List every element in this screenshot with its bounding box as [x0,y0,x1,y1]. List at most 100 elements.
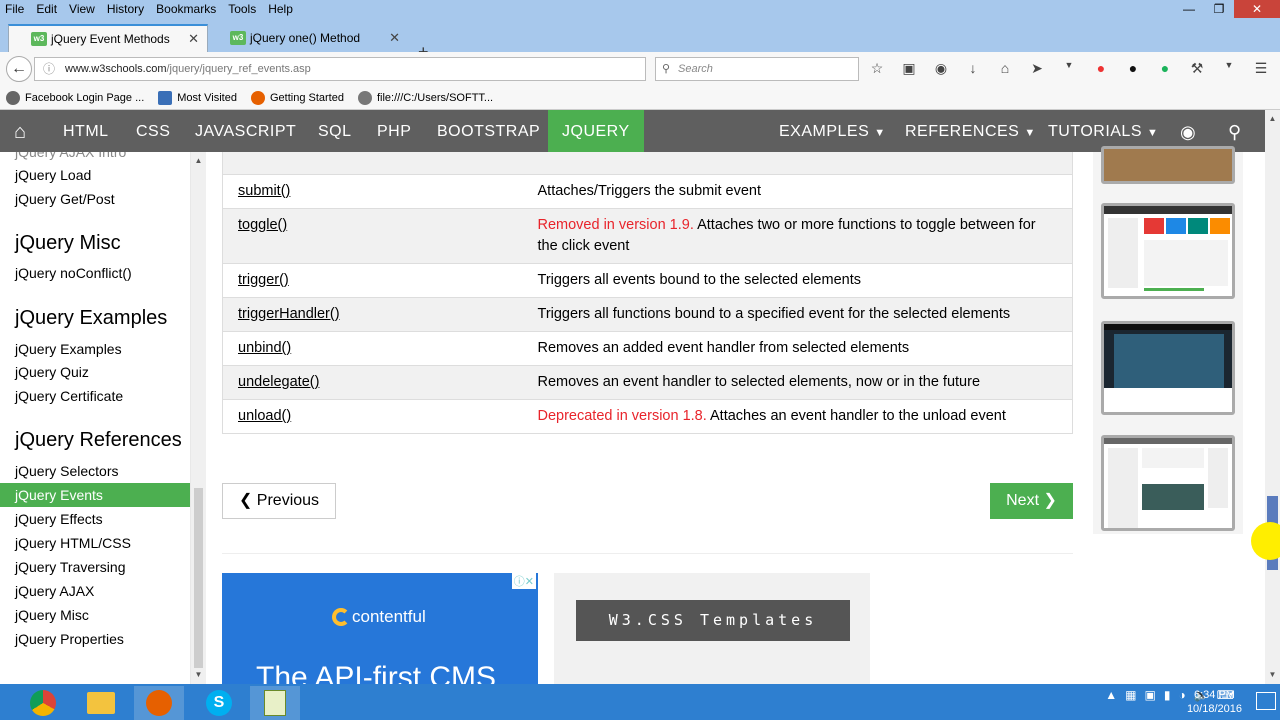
next-button[interactable]: Next ❯ [990,483,1073,519]
search-input[interactable]: ⚲ Search [655,57,859,81]
menu-file[interactable]: File [0,2,30,16]
nav-references-dropdown[interactable]: REFERENCES ▼ [905,110,1036,152]
sidebar-item-misc[interactable]: jQuery Misc [15,607,89,623]
download-icon[interactable]: ↓ [964,60,982,77]
method-link[interactable]: undelegate() [238,374,319,390]
template-thumbnail-1[interactable] [1101,146,1235,184]
sidebar-item-traversing[interactable]: jQuery Traversing [15,559,125,575]
extension-icon[interactable]: ➤ [1028,60,1046,77]
file-explorer-icon[interactable] [76,686,126,720]
nav-jquery[interactable]: JQUERY [548,110,644,152]
table-row: unload() Deprecated in version 1.8. Attac… [222,399,1073,434]
battery-icon[interactable]: ▮ [1164,688,1171,702]
sidebar-item-ajax[interactable]: jQuery AJAX [15,583,94,599]
nav-examples-dropdown[interactable]: EXAMPLES ▼ [779,110,886,152]
notepad-icon[interactable] [250,686,300,720]
previous-button[interactable]: ❮ Previous [222,483,336,519]
sidebar-item-selectors[interactable]: jQuery Selectors [15,463,118,479]
wifi-icon[interactable]: ◑ [1178,688,1185,702]
template-thumbnail-3[interactable] [1101,321,1235,415]
bookmark-star-icon[interactable]: ☆ [868,60,886,77]
close-tab-icon[interactable]: ✕ [188,31,199,47]
sidebar-item-html-css[interactable]: jQuery HTML/CSS [15,535,131,551]
sidebar-item-noconflict[interactable]: jQuery noConflict() [15,265,132,281]
scroll-up-icon[interactable]: ▲ [191,156,206,165]
menu-bookmarks[interactable]: Bookmarks [150,2,222,16]
skype-icon[interactable]: S [194,686,244,720]
tab-jquery-event-methods[interactable]: w3 jQuery Event Methods ✕ [8,24,208,52]
home-icon[interactable]: ⌂ [14,110,27,152]
color-extension-icon[interactable]: ● [1092,60,1110,77]
search-placeholder: Search [678,63,713,75]
nav-php[interactable]: PHP [377,110,411,152]
nav-sql[interactable]: SQL [318,110,352,152]
sidebar-item-effects[interactable]: jQuery Effects [15,511,103,527]
nav-javascript[interactable]: JAVASCRIPT [195,110,296,152]
sidebar-item-ajax-intro[interactable]: jQuery AJAX Intro [15,152,126,160]
sidebar-scrollbar[interactable]: ▲ ▼ [191,152,206,684]
sidebar-item-events[interactable]: jQuery Events [0,483,190,507]
dropdown-icon[interactable]: ▼ [1060,60,1078,77]
close-tab-icon[interactable]: ✕ [389,30,400,46]
sidebar-scroll-thumb[interactable] [194,488,203,668]
tray-app-icon[interactable]: ▣ [1145,688,1156,702]
menu-tools[interactable]: Tools [222,2,262,16]
advertisement-banner[interactable]: ⓘ✕ contentful The API-first CMS [222,573,538,684]
back-button[interactable]: ← [6,56,32,82]
tab-label: jQuery one() Method [250,31,361,45]
pocket-icon[interactable]: ◉ [932,60,950,77]
dropdown-icon[interactable]: ▼ [1220,60,1238,77]
restore-button[interactable]: ❐ [1204,0,1234,18]
firefox-icon[interactable] [134,686,184,720]
home-icon[interactable]: ⌂ [996,60,1014,77]
main-content: submit() Attaches/Triggers the submit eve… [206,152,1086,684]
nav-bootstrap[interactable]: BOOTSTRAP [437,110,540,152]
scroll-down-icon[interactable]: ▼ [191,670,206,679]
hamburger-menu-icon[interactable]: ☰ [1252,60,1270,77]
ad-choices-icon[interactable]: ⓘ✕ [511,573,536,589]
menu-edit[interactable]: Edit [30,2,63,16]
sidebar-item-get-post[interactable]: jQuery Get/Post [15,191,115,207]
site-info-icon[interactable]: ⓘ [43,58,55,80]
sidebar-item-examples[interactable]: jQuery Examples [15,341,122,357]
method-link[interactable]: trigger() [238,272,289,288]
menu-help[interactable]: Help [262,2,299,16]
method-link[interactable]: submit() [238,183,290,199]
bookmark-file[interactable]: file:///C:/Users/SOFTT... [357,90,493,105]
dark-extension-icon[interactable]: ● [1124,60,1142,77]
system-clock[interactable]: 6:34 PM 10/18/2016 [1187,688,1242,716]
menu-view[interactable]: View [63,2,101,16]
bookmark-getting-started[interactable]: Getting Started [250,90,344,105]
scroll-up-icon[interactable]: ▲ [1265,114,1280,123]
tool-extension-icon[interactable]: ⚒ [1188,60,1206,77]
template-thumbnail-4[interactable] [1101,435,1235,531]
w3css-templates-button[interactable]: W3.CSS Templates [576,600,850,641]
url-bar[interactable]: ⓘ www.w3schools.com/jquery/jquery_ref_ev… [34,57,673,81]
nav-html[interactable]: HTML [63,110,109,152]
chrome-icon[interactable] [18,686,68,720]
nav-css[interactable]: CSS [136,110,170,152]
bookmark-most-visited[interactable]: Most Visited [158,90,237,105]
template-thumbnail-2[interactable] [1101,203,1235,299]
scroll-down-icon[interactable]: ▼ [1265,670,1280,679]
close-window-button[interactable]: ✕ [1234,0,1280,18]
grammarly-icon[interactable]: ● [1156,60,1174,77]
method-link[interactable]: unload() [238,408,291,424]
tab-jquery-one-method[interactable]: w3 jQuery one() Method ✕ [208,24,408,52]
reading-list-icon[interactable]: ▣ [900,60,918,77]
bookmark-facebook[interactable]: Facebook Login Page ... [6,90,144,105]
event-methods-table: submit() Attaches/Triggers the submit eve… [222,152,1073,434]
sidebar-item-certificate[interactable]: jQuery Certificate [15,388,123,404]
page-scrollbar[interactable]: ▲ ▼ [1265,110,1280,684]
method-link[interactable]: unbind() [238,340,291,356]
menu-history[interactable]: History [101,2,150,16]
sidebar-item-properties[interactable]: jQuery Properties [15,631,124,647]
notification-center-icon[interactable] [1256,692,1276,710]
method-link[interactable]: toggle() [238,217,287,233]
sidebar-item-load[interactable]: jQuery Load [15,167,91,183]
method-link[interactable]: triggerHandler() [238,306,340,322]
network-tool-icon[interactable]: ▦ [1125,688,1136,702]
minimize-button[interactable]: — [1174,0,1204,18]
show-hidden-icons-icon[interactable]: ▲ [1105,688,1117,702]
sidebar-item-quiz[interactable]: jQuery Quiz [15,364,89,380]
